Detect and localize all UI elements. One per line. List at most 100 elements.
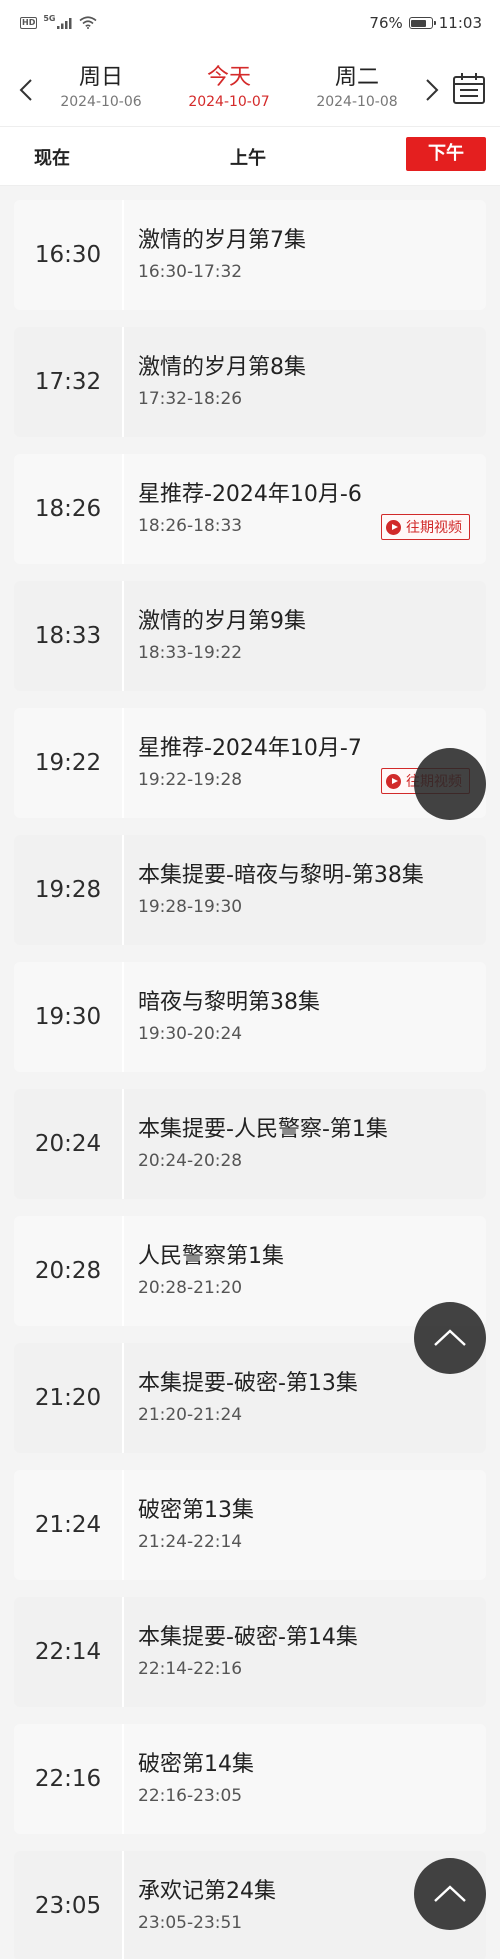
status-bar: HD 5G 76% 11:03 (0, 0, 500, 54)
hd-indicator: HD (20, 16, 38, 29)
program-row[interactable]: 19:30 暗夜与黎明第38集 19:30-20:24 (14, 962, 486, 1072)
battery-percent: 76% (369, 14, 403, 32)
program-row[interactable]: 20:28 人民警察第1集 20:28-21:20 (14, 1216, 486, 1326)
next-day-button[interactable] (418, 72, 446, 108)
day-date: 2024-10-07 (188, 94, 270, 110)
date-nav: 周日 2024-10-06 今天 2024-10-07 周二 2024-10-0… (0, 54, 500, 126)
row-divider (122, 1851, 124, 1959)
program-time-range: 21:20-21:24 (138, 1405, 243, 1425)
program-start-time: 23:05 (34, 1893, 102, 1919)
program-start-time: 21:20 (34, 1385, 102, 1411)
play-icon (386, 519, 401, 535)
day-name: 周二 (334, 65, 379, 90)
program-time-range: 17:32-18:26 (138, 389, 243, 409)
calendar-icon[interactable] (452, 72, 486, 106)
day-tab-tuesday[interactable]: 周二 2024-10-08 (302, 64, 412, 112)
row-divider (122, 1089, 124, 1199)
day-name: 周日 (78, 65, 123, 90)
program-row[interactable]: 18:33 激情的岁月第9集 18:33-19:22 (14, 581, 486, 691)
program-row[interactable]: 16:30 激情的岁月第7集 16:30-17:32 (14, 200, 486, 310)
program-time-range: 19:30-20:24 (138, 1024, 243, 1044)
program-title: 本集提要-暗夜与黎明-第38集 (138, 863, 424, 888)
row-divider (122, 327, 124, 437)
program-start-time: 22:16 (34, 1766, 102, 1792)
program-row[interactable]: 19:28 本集提要-暗夜与黎明-第38集 19:28-19:30 (14, 835, 486, 945)
signal-icon (57, 17, 72, 29)
program-row[interactable]: 18:26 星推荐-2024年10月-6 18:26-18:33 往期视频 (14, 454, 486, 564)
battery-fill (411, 19, 426, 27)
schedule-list[interactable]: 16:30 激情的岁月第7集 16:30-17:32 17:32 激情的岁月第8集 17:… (0, 186, 500, 1959)
program-row[interactable]: 19:22星推荐-2024年10月-719:22-19:28往期视频 (14, 708, 486, 818)
floating-action-button[interactable] (414, 748, 486, 820)
program-title: 本集提要-人民警察-第1集 (138, 1117, 388, 1142)
row-divider (122, 1724, 124, 1834)
program-time-range: 18:33-19:22 (138, 643, 243, 663)
program-time-range: 19:22-19:28 (138, 770, 243, 790)
program-title: 人民警察第1集 (138, 1244, 284, 1269)
day-tab-today[interactable]: 今天 2024-10-07 (174, 64, 284, 112)
program-start-time: 18:33 (34, 623, 102, 649)
program-start-time: 20:28 (34, 1258, 102, 1284)
row-divider (122, 1216, 124, 1326)
row-divider (122, 1343, 124, 1453)
period-pm-tab[interactable]: 下午 (406, 137, 486, 171)
program-title: 星推荐-2024年10月-6 (138, 482, 362, 507)
program-title: 本集提要-破密-第13集 (138, 1371, 358, 1396)
program-row[interactable]: 22:16 破密第14集 22:16-23:05 (14, 1724, 486, 1834)
program-title: 激情的岁月第7集 (138, 228, 306, 253)
program-title: 破密第14集 (138, 1752, 254, 1777)
program-time-range: 20:28-21:20 (138, 1278, 243, 1298)
program-start-time: 21:24 (34, 1512, 102, 1538)
program-start-time: 20:24 (34, 1131, 102, 1157)
program-start-time: 22:14 (34, 1639, 102, 1665)
program-time-range: 21:24-22:14 (138, 1532, 243, 1552)
program-row[interactable]: 17:32 激情的岁月第8集 17:32-18:26 (14, 327, 486, 437)
program-start-time: 17:32 (34, 369, 102, 395)
program-row[interactable]: 20:24 本集提要-人民警察-第1集 20:24-20:28 (14, 1089, 486, 1199)
row-divider (122, 1597, 124, 1707)
prev-day-button[interactable] (12, 72, 40, 108)
program-row[interactable]: 21:20 本集提要-破密-第13集 21:20-21:24 (14, 1343, 486, 1453)
program-title: 承欢记第24集 (138, 1879, 276, 1904)
past-video-label: 往期视频 (406, 520, 462, 536)
status-left: HD 5G (20, 14, 97, 29)
program-time-range: 20:24-20:28 (138, 1151, 243, 1171)
chevron-left-icon (19, 79, 32, 101)
program-time-range: 19:28-19:30 (138, 897, 243, 917)
row-divider (122, 708, 124, 818)
battery-icon (408, 17, 436, 29)
program-title: 破密第13集 (138, 1498, 254, 1523)
period-am-tab[interactable]: 上午 (230, 144, 266, 170)
program-title: 本集提要-破密-第14集 (138, 1625, 358, 1650)
past-video-button[interactable]: 往期视频 (381, 514, 470, 540)
program-start-time: 19:28 (34, 877, 102, 903)
chevron-up-icon (434, 1329, 466, 1346)
program-time-range: 22:16-23:05 (138, 1786, 243, 1806)
wifi-icon (79, 16, 97, 29)
row-divider (122, 962, 124, 1072)
program-row[interactable]: 21:24 破密第13集 21:24-22:14 (14, 1470, 486, 1580)
status-right: 76% 11:03 (369, 14, 482, 32)
program-time-range: 16:30-17:32 (138, 262, 243, 282)
program-title: 激情的岁月第9集 (138, 609, 306, 634)
chevron-right-icon (426, 79, 439, 101)
day-tab-sunday[interactable]: 周日 2024-10-06 (46, 64, 156, 112)
program-row[interactable]: 22:14 本集提要-破密-第14集 22:14-22:16 (14, 1597, 486, 1707)
row-divider (122, 200, 124, 310)
play-icon (386, 773, 401, 789)
scroll-to-top-button[interactable] (414, 1302, 486, 1374)
program-time-range: 18:26-18:33 (138, 516, 243, 536)
program-title: 暗夜与黎明第38集 (138, 990, 320, 1015)
period-bar: 现在 上午 下午 (0, 126, 500, 186)
row-divider (122, 1470, 124, 1580)
day-date: 2024-10-08 (316, 94, 398, 110)
network-type: 5G (43, 14, 56, 23)
program-start-time: 16:30 (34, 242, 102, 268)
program-start-time: 18:26 (34, 496, 102, 522)
period-now-tab[interactable]: 现在 (34, 144, 70, 170)
program-start-time: 19:22 (34, 750, 102, 776)
program-title: 激情的岁月第8集 (138, 355, 306, 380)
scroll-to-top-button-2[interactable] (414, 1858, 486, 1930)
clock: 11:03 (438, 14, 482, 32)
day-date: 2024-10-06 (60, 94, 142, 110)
